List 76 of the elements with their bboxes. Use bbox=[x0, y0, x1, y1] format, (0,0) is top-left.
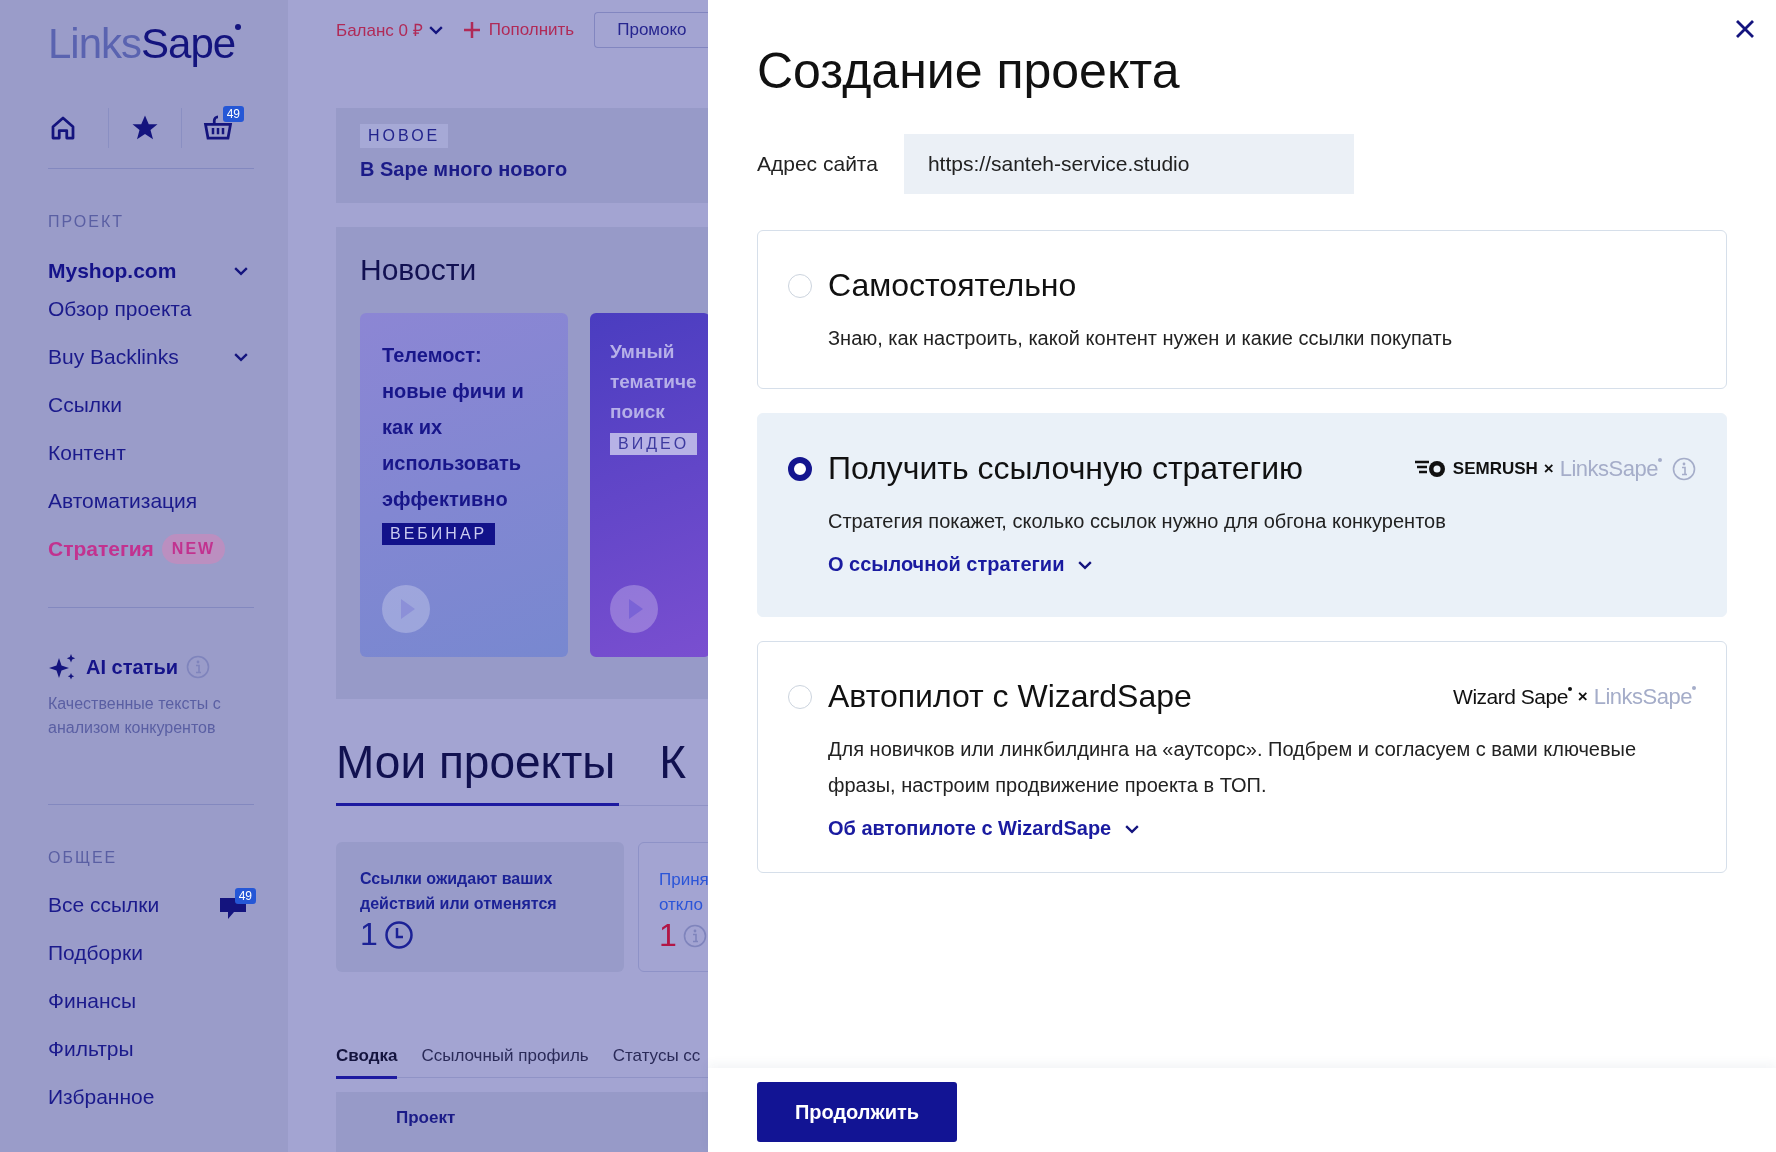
project-selector[interactable]: Myshop.com bbox=[48, 257, 248, 285]
sidebar-item[interactable]: Обзор проекта bbox=[48, 285, 248, 333]
section-label: ОБЩЕЕ bbox=[48, 849, 119, 867]
news-card[interactable]: Телемост: новые фичи и как их использовать эффективно ВЕБИНАР bbox=[360, 313, 568, 658]
expand-link[interactable]: Об автопилоте с WizardSape bbox=[828, 817, 1140, 840]
sidebar-item[interactable]: Фильтры bbox=[48, 1037, 134, 1061]
modal-title: Создание проекта bbox=[757, 42, 1181, 100]
stat-value: 1 bbox=[659, 917, 677, 955]
sidebar-item[interactable]: Ссылки bbox=[48, 381, 248, 429]
heading-tab[interactable]: К bbox=[659, 735, 687, 807]
tab[interactable]: Статусы сс bbox=[612, 1045, 701, 1079]
brand-logo: LinksSape bbox=[1593, 683, 1696, 710]
clock-icon bbox=[383, 919, 414, 950]
count-badge: 49 bbox=[234, 888, 256, 904]
stat-label: Приня bbox=[659, 868, 708, 891]
stat-value: 1 bbox=[360, 916, 378, 954]
play-icon[interactable] bbox=[382, 585, 430, 634]
sidebar-item[interactable]: Контент bbox=[48, 429, 248, 477]
sidebar-item[interactable]: Buy Backlinks bbox=[48, 333, 248, 381]
brand-logo[interactable]: LinksSape bbox=[48, 20, 242, 68]
tag-label: ВИДЕО bbox=[610, 433, 698, 456]
option-title: Автопилот с WizardSape bbox=[828, 678, 1193, 715]
chevron-icon bbox=[234, 266, 248, 276]
banner-title: В Sape много нового bbox=[360, 157, 569, 181]
chevron-icon bbox=[428, 24, 443, 35]
sidebar-item[interactable]: Подборки bbox=[48, 941, 143, 965]
column-header: Проект bbox=[396, 1108, 456, 1128]
address-field[interactable]: https://santeh-service.studio bbox=[903, 134, 1354, 194]
heading-tab[interactable]: Мои проекты bbox=[336, 735, 620, 807]
tab[interactable]: Сводка bbox=[336, 1045, 398, 1079]
play-icon[interactable] bbox=[610, 585, 658, 634]
close-icon[interactable] bbox=[1734, 18, 1756, 40]
stat-label: откло bbox=[659, 893, 705, 916]
brand-logo: LinksSape bbox=[1559, 455, 1662, 482]
info-icon[interactable] bbox=[682, 923, 707, 948]
sidebar-item[interactable]: Все ссылки bbox=[48, 893, 160, 917]
sidebar-item[interactable]: Избранное bbox=[48, 1085, 155, 1109]
option-title: Самостоятельно bbox=[828, 267, 1078, 304]
tag-label: НОВОЕ bbox=[360, 123, 449, 148]
info-icon[interactable] bbox=[1672, 456, 1696, 481]
sidebar-item[interactable]: Автоматизация bbox=[48, 477, 248, 525]
option-description: Стратегия покажет, сколько ссылок нужно для обгона конкурентов bbox=[828, 509, 1447, 534]
info-icon[interactable] bbox=[186, 655, 210, 679]
option-description: Знаю, как настроить, какой контент нужен и какие ссылки покупать bbox=[828, 326, 1454, 351]
option-card[interactable]: Получить ссылочную стратегию SEMRUSH × LinksSape Стратегия покажет, сколько ссылок нужно для обгона конкурентов О ссылочной стратегии bbox=[757, 413, 1727, 617]
section-title: Новости bbox=[360, 253, 478, 288]
partner-logo: SEMRUSH bbox=[1414, 458, 1538, 479]
chevron-icon bbox=[234, 352, 248, 362]
option-card[interactable]: Самостоятельно Знаю, как настроить, какой контент нужен и какие ссылки покупать bbox=[757, 230, 1727, 389]
stat-card[interactable]: Ссылки ожидают ваших действий или отменятся 1 bbox=[336, 841, 624, 972]
option-title: Получить ссылочную стратегию bbox=[828, 450, 1305, 487]
sidebar-item[interactable]: Финансы bbox=[48, 989, 137, 1013]
expand-link[interactable]: О ссылочной стратегии bbox=[828, 553, 1093, 576]
field-label: Адрес сайта bbox=[757, 152, 878, 176]
stat-label: Ссылки ожидают ваших действий или отменятся bbox=[360, 868, 558, 914]
times-sign: × bbox=[1577, 686, 1588, 707]
description-text: Качественные тексты с анализом конкурентов bbox=[48, 694, 222, 738]
radio-button[interactable] bbox=[788, 456, 812, 481]
news-card[interactable]: Умный тематиче поиск ВИДЕО bbox=[590, 313, 708, 658]
partner-logo: Wizard Sape bbox=[1453, 684, 1572, 709]
new-badge: NEW bbox=[161, 534, 226, 564]
card-title: Телемост: новые фичи и как их использовать эффективно bbox=[382, 343, 525, 513]
continue-button[interactable]: Продолжить bbox=[757, 1082, 957, 1142]
tab[interactable]: Ссылочный профиль bbox=[421, 1045, 589, 1079]
news-banner[interactable]: НОВОЕ В Sape много нового bbox=[336, 107, 708, 204]
count-badge: 49 bbox=[222, 106, 244, 122]
chevron-icon bbox=[1125, 823, 1140, 834]
sidebar-item[interactable]: AI статьи bbox=[86, 655, 178, 679]
plus-icon bbox=[462, 20, 481, 39]
card-title: Умный тематиче поиск bbox=[610, 340, 698, 425]
section-label: ПРОЕКТ bbox=[48, 213, 126, 231]
times-sign: × bbox=[1543, 458, 1554, 479]
tag-label: ВЕБИНАР bbox=[382, 523, 496, 546]
option-card[interactable]: Автопилот с WizardSape Wizard Sape × LinksSape Для новичков или линкбилдинга на «аутсорс». Подбрем и согласуем с вами ключевые фразы, настроим продвижение проекта в ТОП. Об автопилоте с WizardSape bbox=[757, 641, 1727, 873]
chevron-icon bbox=[1078, 559, 1093, 570]
option-description: Для новичков или линкбилдинга на «аутсорс». Подбрем и согласуем с вами ключевые фразы, настроим продвижение проекта в ТОП. bbox=[828, 737, 1638, 798]
